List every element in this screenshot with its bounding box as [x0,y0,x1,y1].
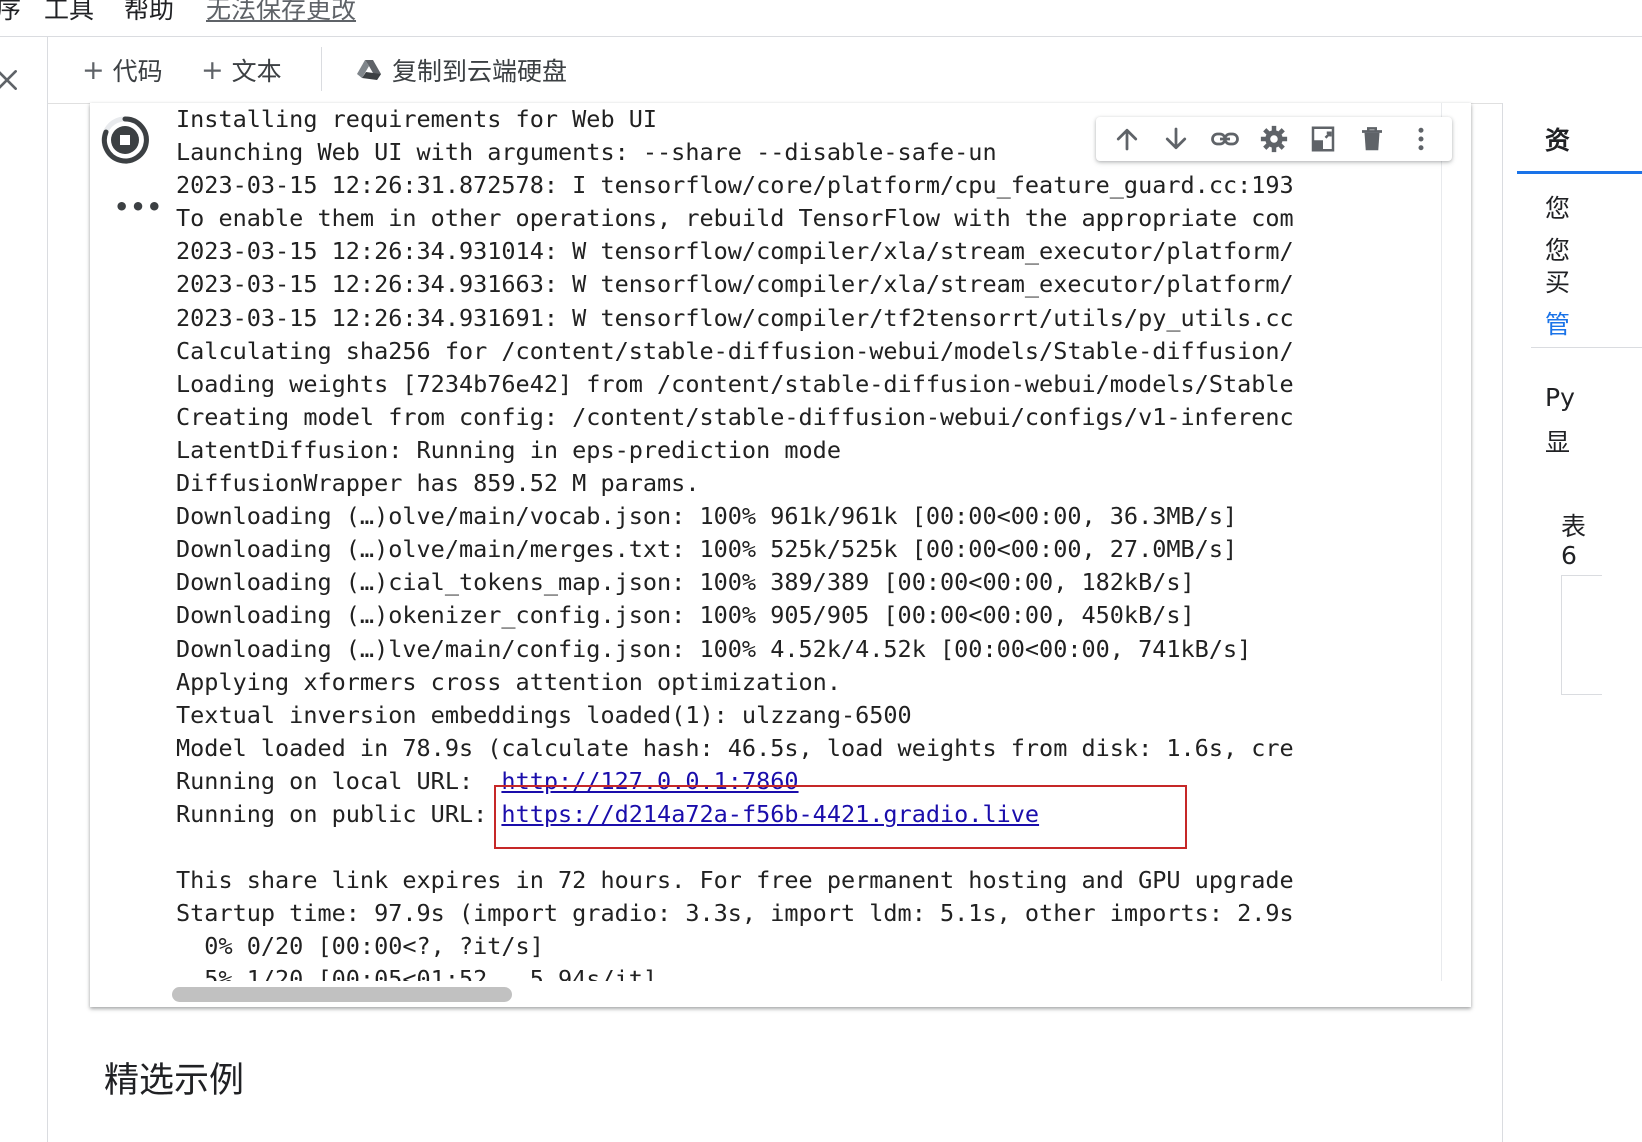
left-rail [0,37,48,1142]
local-url-link[interactable]: http://127.0.0.1:7860 [501,767,798,795]
link-icon[interactable] [1210,124,1240,154]
mirror-cell-icon[interactable] [1308,124,1338,154]
output-line: Downloading (…)lve/main/config.json: 100… [176,634,1252,663]
menu-item-partial[interactable]: 序 [0,0,21,26]
move-up-icon[interactable] [1112,124,1142,154]
menu-bar: 序 工具 帮助 无法保存更改 [0,0,1642,37]
delete-icon[interactable] [1357,124,1387,154]
output-line: Applying xformers cross attention optimi… [176,667,841,696]
output-line-expiry: This share link expires in 72 hours. For… [176,866,1294,895]
menu-item-help[interactable]: 帮助 [124,0,174,26]
output-line: 2023-03-15 12:26:34.931663: W tensorflow… [176,270,1294,299]
output-line: Calculating sha256 for /content/stable-d… [176,336,1294,365]
output-line: Downloading (…)cial_tokens_map.json: 100… [176,568,1195,597]
output-line: To enable them in other operations, rebu… [176,204,1294,233]
output-line-public-url: Running on public URL: https://d214a72a-… [176,798,1441,831]
output-line: Model loaded in 78.9s (calculate hash: 4… [176,733,1294,762]
panel-chart-box [1561,575,1602,695]
add-text-label: 文本 [231,57,282,86]
plus-icon: + [201,54,224,86]
output-line: DiffusionWrapper has 859.52 M params. [176,469,700,498]
panel-tab-label[interactable]: 资 [1545,121,1570,157]
more-vert-icon[interactable] [1406,124,1436,154]
panel-text-line: 您 [1545,236,1571,265]
move-down-icon[interactable] [1161,124,1191,154]
cell-output: Installing requirements for Web UI Launch… [176,103,1442,981]
panel-divider [1531,347,1642,348]
panel-text-line: 您 [1545,194,1571,223]
output-line-blank [176,831,1441,864]
output-line: 2023-03-15 12:26:34.931014: W tensorflow… [176,237,1294,266]
output-line: LatentDiffusion: Running in eps-predicti… [176,435,841,464]
toolbar-divider [321,47,322,91]
panel-text-cut: 6 [1561,541,1577,570]
copy-to-drive-button[interactable]: 复制到云端硬盘 [356,53,567,87]
stop-execution-icon[interactable] [100,115,150,165]
horizontal-scrollbar-thumb[interactable] [172,987,512,1002]
notebook-toolbar: + 代码 + 文本 复制到云端硬盘 [48,37,1502,104]
close-icon[interactable] [0,67,20,93]
output-line: Textual inversion embeddings loaded(1): … [176,700,912,729]
panel-text-show: 显 [1545,428,1571,457]
right-side-panel: 资 您 您 买 管 Py 显 表 6 [1502,103,1642,1142]
output-more-icon[interactable]: ••• [114,193,163,221]
output-line-progress: 5% 1/20 [00:05<01:52, 5.94s/it] [176,965,658,981]
output-line-startup: Startup time: 97.9s (import gradio: 3.3s… [176,899,1294,928]
output-line: Downloading (…)olve/main/merges.txt: 100… [176,535,1238,564]
plus-icon: + [82,54,105,86]
menu-item-tools[interactable]: 工具 [44,0,94,26]
panel-manage-link[interactable]: 管 [1545,305,1570,341]
output-line: 2023-03-15 12:26:31.872578: I tensorflow… [176,171,1294,200]
output-line: Loading weights [7234b76e42] from /conte… [176,369,1294,398]
output-line: Creating model from config: /content/sta… [176,402,1294,431]
gear-icon[interactable] [1259,124,1289,154]
public-url-link[interactable]: https://d214a72a-f56b-4421.gradio.live [501,800,1039,828]
panel-text-py: Py [1545,383,1575,412]
public-url-label: Running on public URL: [176,799,502,828]
drive-icon [357,60,381,80]
output-line: Downloading (…)olve/main/vocab.json: 100… [176,502,1238,531]
code-cell[interactable]: ••• Installing requirements for Web UI La… [90,103,1471,1007]
panel-text-cut: 表 [1561,512,1587,541]
output-line: 2023-03-15 12:26:34.931691: W tensorflow… [176,303,1294,332]
panel-tab-indicator [1517,171,1642,174]
cell-toolbar [1096,117,1452,161]
output-line-progress: 0% 0/20 [00:00<?, ?it/s] [176,932,544,961]
output-lines: Installing requirements for Web UI Launch… [176,103,1441,765]
output-line-local-url: Running on local URL: http://127.0.0.1:7… [176,765,1441,798]
panel-text-line: 买 [1545,268,1571,297]
output-line: Downloading (…)okenizer_config.json: 100… [176,601,1195,630]
horizontal-scrollbar[interactable] [166,983,1441,1007]
add-code-button[interactable]: + 代码 [82,53,163,87]
add-text-button[interactable]: + 文本 [201,53,282,87]
copy-to-drive-label: 复制到云端硬盘 [392,57,568,86]
save-warning-link[interactable]: 无法保存更改 [206,0,356,26]
local-url-label: Running on local URL: [176,766,502,795]
featured-examples-heading: 精选示例 [104,1061,245,1101]
add-code-label: 代码 [112,57,163,86]
